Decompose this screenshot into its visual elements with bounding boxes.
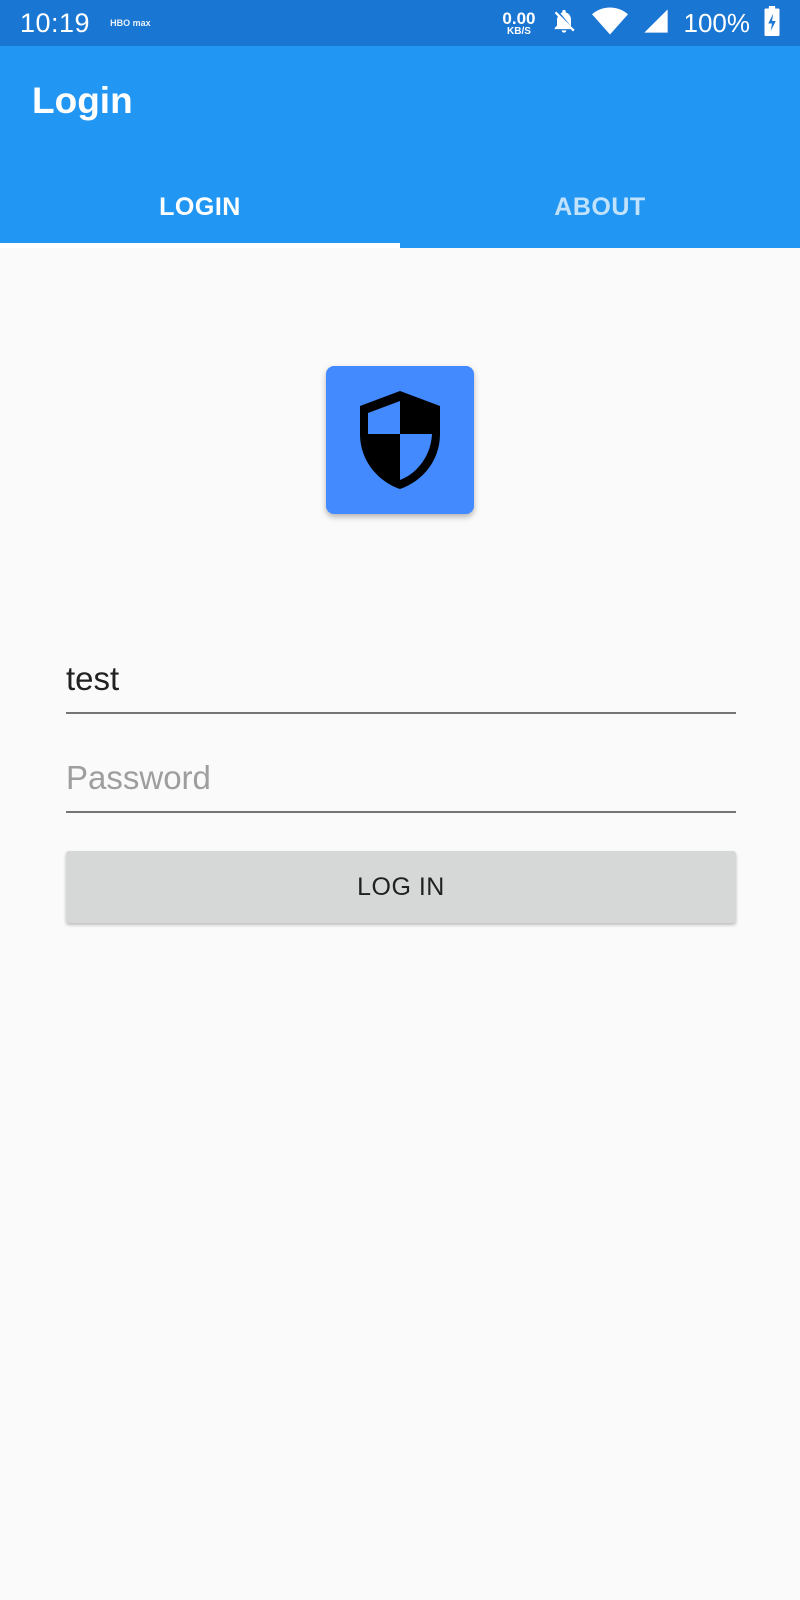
username-field[interactable] bbox=[66, 654, 736, 714]
tab-bar: LOGIN ABOUT bbox=[0, 166, 800, 248]
hbo-max-icon: HBO max bbox=[110, 18, 151, 28]
shield-icon bbox=[360, 391, 440, 489]
app-logo bbox=[326, 366, 474, 514]
network-speed-value: 0.00 bbox=[502, 8, 536, 28]
status-time: 10:19 bbox=[20, 7, 91, 38]
wifi-icon bbox=[591, 7, 628, 40]
password-field[interactable] bbox=[66, 753, 736, 813]
signal-icon bbox=[642, 7, 670, 40]
login-button[interactable]: LOG IN bbox=[66, 851, 736, 923]
app-bar: Login LOGIN ABOUT bbox=[0, 46, 800, 248]
tab-about[interactable]: ABOUT bbox=[400, 166, 800, 248]
battery-charging-icon bbox=[764, 5, 780, 41]
page-title: Login bbox=[32, 80, 133, 121]
tab-about-label: ABOUT bbox=[554, 192, 646, 221]
battery-percent: 100% bbox=[683, 7, 751, 38]
network-speed: 0.00 KB/S bbox=[502, 10, 535, 37]
network-speed-unit: KB/S bbox=[507, 25, 531, 37]
tab-login[interactable]: LOGIN bbox=[0, 166, 400, 248]
tab-indicator bbox=[0, 243, 400, 248]
tab-login-label: LOGIN bbox=[159, 192, 241, 221]
status-bar: 10:19 HBO max 0.00 KB/S 100% bbox=[0, 0, 800, 46]
bell-off-icon bbox=[550, 7, 578, 40]
hbo-max-icon-text: HBO max bbox=[110, 18, 151, 28]
